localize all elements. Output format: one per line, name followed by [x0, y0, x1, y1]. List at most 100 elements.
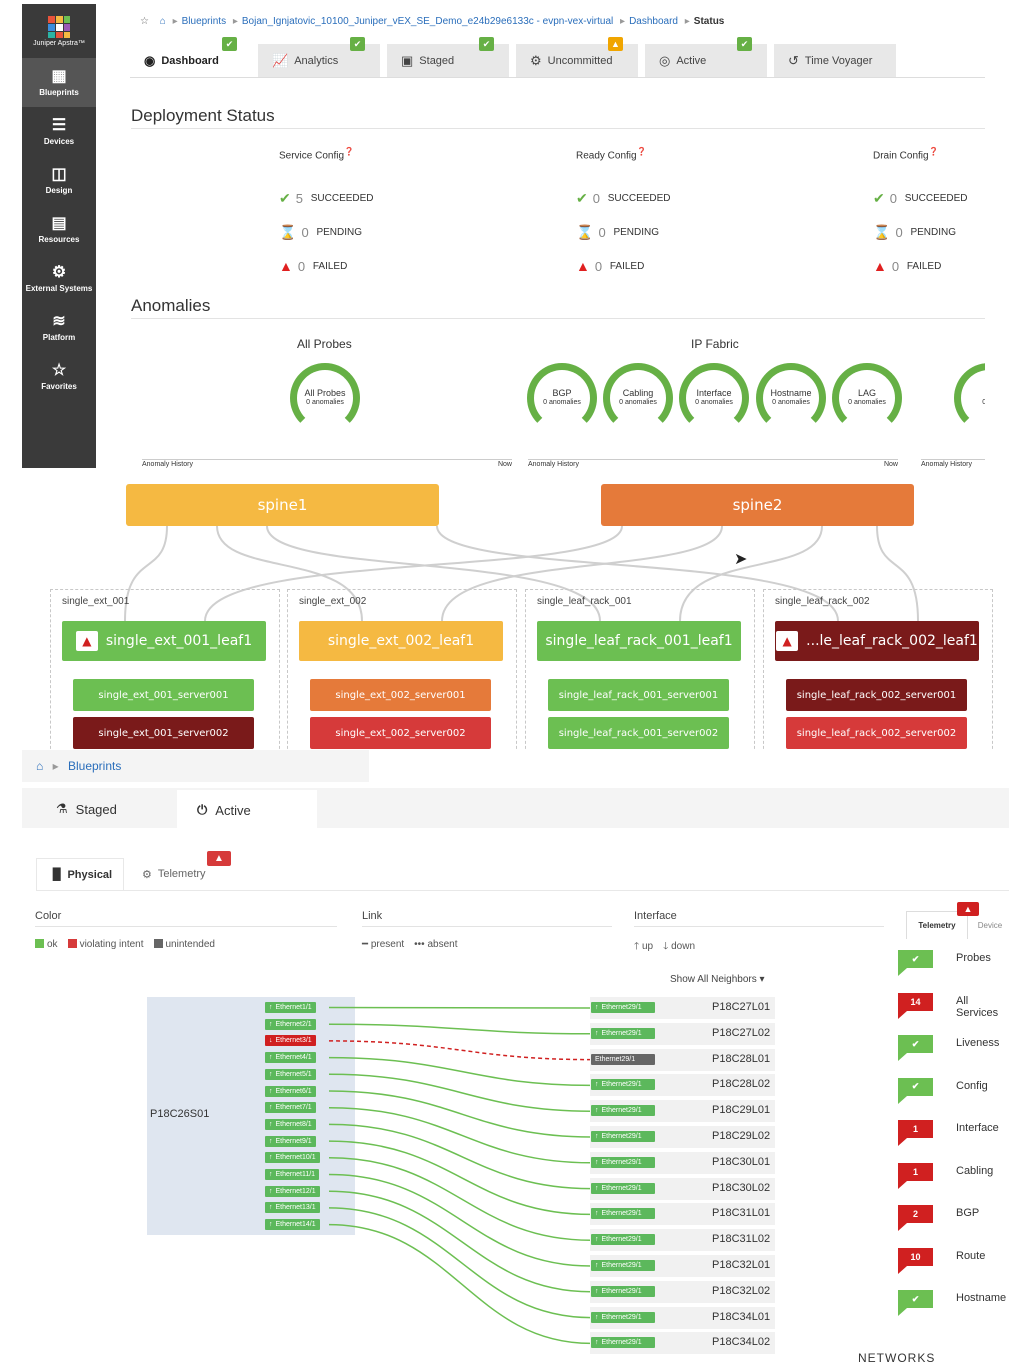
telemetry-label[interactable]: All Services: [956, 995, 1009, 1019]
neighbor-interface[interactable]: Ethernet29/1: [591, 1053, 655, 1065]
deploy-row-succeeded[interactable]: ✔ 5 SUCCEEDED: [279, 181, 459, 215]
neighbor-interface[interactable]: ↑ Ethernet29/1: [591, 1079, 655, 1091]
breadcrumb-dashboard[interactable]: Dashboard: [629, 16, 678, 27]
telemetry-label[interactable]: Hostname: [956, 1292, 1006, 1304]
telemetry-warning-icon: ▲: [957, 902, 979, 916]
nav-item-blueprints[interactable]: ▦ Blueprints: [22, 58, 96, 107]
interface-port[interactable]: ↓ Ethernet3/1: [265, 1035, 316, 1047]
deploy-row-succeeded[interactable]: ✔ 0 SUCCEEDED: [576, 181, 756, 215]
deploy-row-pending[interactable]: ⌛ 0 PENDING: [873, 215, 985, 249]
server-node[interactable]: single_leaf_rack_001_server002: [548, 717, 729, 749]
arrow-up-icon: ↑: [269, 1171, 273, 1178]
neighbor-interface[interactable]: ↑ Ethernet29/1: [591, 1234, 655, 1246]
neighbor-interface[interactable]: ↑ Ethernet29/1: [591, 1156, 655, 1168]
server-node[interactable]: single_ext_002_server001: [310, 679, 491, 711]
telemetry-badge[interactable]: 10: [898, 1247, 933, 1266]
interface-port[interactable]: ↑ Ethernet4/1: [265, 1052, 316, 1064]
leaf-node[interactable]: single_leaf_rack_001_leaf1: [537, 621, 741, 661]
telemetry-label[interactable]: Cabling: [956, 1165, 993, 1177]
gauge-e[interactable]: E0 an: [954, 363, 985, 433]
warning-icon: ▲: [873, 258, 887, 275]
telemetry-label[interactable]: Interface: [956, 1122, 999, 1134]
server-node[interactable]: single_leaf_rack_002_server002: [786, 717, 967, 749]
apstra-logo[interactable]: Juniper Apstra™: [22, 4, 96, 58]
server-node[interactable]: single_leaf_rack_001_server001: [548, 679, 729, 711]
interface-port[interactable]: ↑ Ethernet8/1: [265, 1118, 316, 1130]
neighbor-interface[interactable]: ↑ Ethernet29/1: [591, 1027, 655, 1039]
server-node[interactable]: single_ext_002_server002: [310, 717, 491, 749]
telemetry-badge[interactable]: 14: [898, 992, 933, 1011]
server-node[interactable]: single_ext_001_server002: [73, 717, 254, 749]
neighbor-interface[interactable]: ↑ Ethernet29/1: [591, 1208, 655, 1220]
neighbor-interface[interactable]: ↑ Ethernet29/1: [591, 1285, 655, 1297]
neighbor-interface[interactable]: ↑ Ethernet29/1: [591, 1260, 655, 1271]
telemetry-badge[interactable]: ✔: [898, 1035, 933, 1053]
nav-item-devices[interactable]: ☰ Devices: [22, 107, 96, 156]
neighbor-interface[interactable]: ↑ Ethernet29/1: [591, 1002, 655, 1013]
telemetry-label[interactable]: BGP: [956, 1207, 979, 1219]
deploy-row-failed[interactable]: ▲ 0 FAILED: [576, 249, 756, 283]
interface-port[interactable]: ↑ Ethernet6/1: [265, 1085, 316, 1097]
interface-port[interactable]: ↑ Ethernet2/1: [265, 1018, 316, 1030]
interface-port[interactable]: ↑ Ethernet1/1: [265, 1002, 316, 1013]
nav-item-resources[interactable]: ▤ Resources: [22, 205, 96, 254]
gauge-lag[interactable]: LAG 0 anomalies: [832, 363, 902, 433]
telemetry-badge[interactable]: ✔: [898, 950, 933, 968]
arrow-up-icon: ↑: [595, 1236, 599, 1244]
telemetry-badge[interactable]: 2: [898, 1205, 933, 1223]
interface-port[interactable]: ↑ Ethernet12/1: [265, 1185, 320, 1197]
telemetry-label[interactable]: Probes: [956, 952, 991, 964]
star-icon[interactable]: ☆: [140, 16, 149, 27]
neighbor-interface[interactable]: ↑ Ethernet29/1: [591, 1105, 655, 1117]
neighbor-name: P18C29L01: [712, 1104, 771, 1117]
spine-node-2[interactable]: spine2: [601, 484, 914, 526]
interface-port[interactable]: ↑ Ethernet9/1: [265, 1135, 316, 1147]
nav-item-platform[interactable]: ≋ Platform: [22, 303, 96, 352]
gauge-all-probes[interactable]: All Probes 0 anomalies: [290, 363, 360, 433]
help-icon[interactable]: ❓: [637, 147, 647, 156]
nav-item-design[interactable]: ◫ Design: [22, 156, 96, 205]
telemetry-badge[interactable]: ✔: [898, 1077, 933, 1096]
interface-port[interactable]: ↑ Ethernet11/1: [265, 1169, 320, 1180]
leaf-node[interactable]: ▲ single_ext_001_leaf1: [62, 621, 266, 661]
neighbor-interface[interactable]: ↑ Ethernet29/1: [591, 1337, 655, 1349]
badge-tail-icon: [898, 1308, 907, 1316]
gauge-hostname[interactable]: Hostname 0 anomalies: [756, 363, 826, 433]
star-icon: ☆: [51, 361, 67, 379]
leaf-node[interactable]: ▲ ...le_leaf_rack_002_leaf1: [775, 621, 979, 661]
deploy-row-failed[interactable]: ▲ 0 FAILED: [279, 249, 459, 283]
help-icon[interactable]: ❓: [929, 147, 939, 156]
nav-item-favorites[interactable]: ☆ Favorites: [22, 352, 96, 401]
breadcrumb-blueprint[interactable]: Bojan_Ignjatovic_10100_Juniper_vEX_SE_De…: [242, 16, 613, 27]
neighbor-interface[interactable]: ↑ Ethernet29/1: [591, 1131, 655, 1142]
tab-time-voyager[interactable]: ↺ Time Voyager: [774, 44, 896, 78]
interface-port[interactable]: ↑ Ethernet7/1: [265, 1102, 316, 1114]
telemetry-badge[interactable]: 1: [898, 1120, 933, 1138]
breadcrumb-blueprints[interactable]: Blueprints: [182, 16, 226, 27]
gauge-cabling[interactable]: Cabling 0 anomalies: [603, 363, 673, 433]
leaf-node[interactable]: single_ext_002_leaf1: [299, 621, 503, 661]
interface-port[interactable]: ↑ Ethernet13/1: [265, 1202, 320, 1214]
interface-port[interactable]: ↑ Ethernet14/1: [265, 1219, 320, 1231]
interface-port[interactable]: ↑ Ethernet10/1: [265, 1152, 320, 1164]
telemetry-badge[interactable]: 1: [898, 1162, 933, 1181]
neighbor-interface[interactable]: ↑ Ethernet29/1: [591, 1182, 655, 1194]
help-icon[interactable]: ❓: [344, 147, 354, 156]
telemetry-label[interactable]: Route: [956, 1250, 985, 1262]
spine-node-1[interactable]: spine1: [126, 484, 439, 526]
nav-item-external-systems[interactable]: ⚙ External Systems: [22, 254, 96, 303]
deploy-row-failed[interactable]: ▲ 0 FAILED: [873, 249, 985, 283]
gauge-interface[interactable]: Interface 0 anomalies: [679, 363, 749, 433]
home-icon[interactable]: ⌂: [160, 16, 166, 27]
interface-port[interactable]: ↑ Ethernet5/1: [265, 1068, 316, 1080]
telemetry-label[interactable]: Liveness: [956, 1037, 999, 1049]
gauge-bgp[interactable]: BGP 0 anomalies: [527, 363, 597, 433]
deploy-row-pending[interactable]: ⌛ 0 PENDING: [279, 215, 459, 249]
telemetry-label[interactable]: Config: [956, 1080, 988, 1092]
deploy-row-succeeded[interactable]: ✔ 0 SUCCEEDED: [873, 181, 985, 215]
server-node[interactable]: single_ext_001_server001: [73, 679, 254, 711]
server-node[interactable]: single_leaf_rack_002_server001: [786, 679, 967, 711]
neighbor-interface[interactable]: ↑ Ethernet29/1: [591, 1311, 655, 1323]
deploy-row-pending[interactable]: ⌛ 0 PENDING: [576, 215, 756, 249]
telemetry-badge[interactable]: ✔: [898, 1290, 933, 1308]
